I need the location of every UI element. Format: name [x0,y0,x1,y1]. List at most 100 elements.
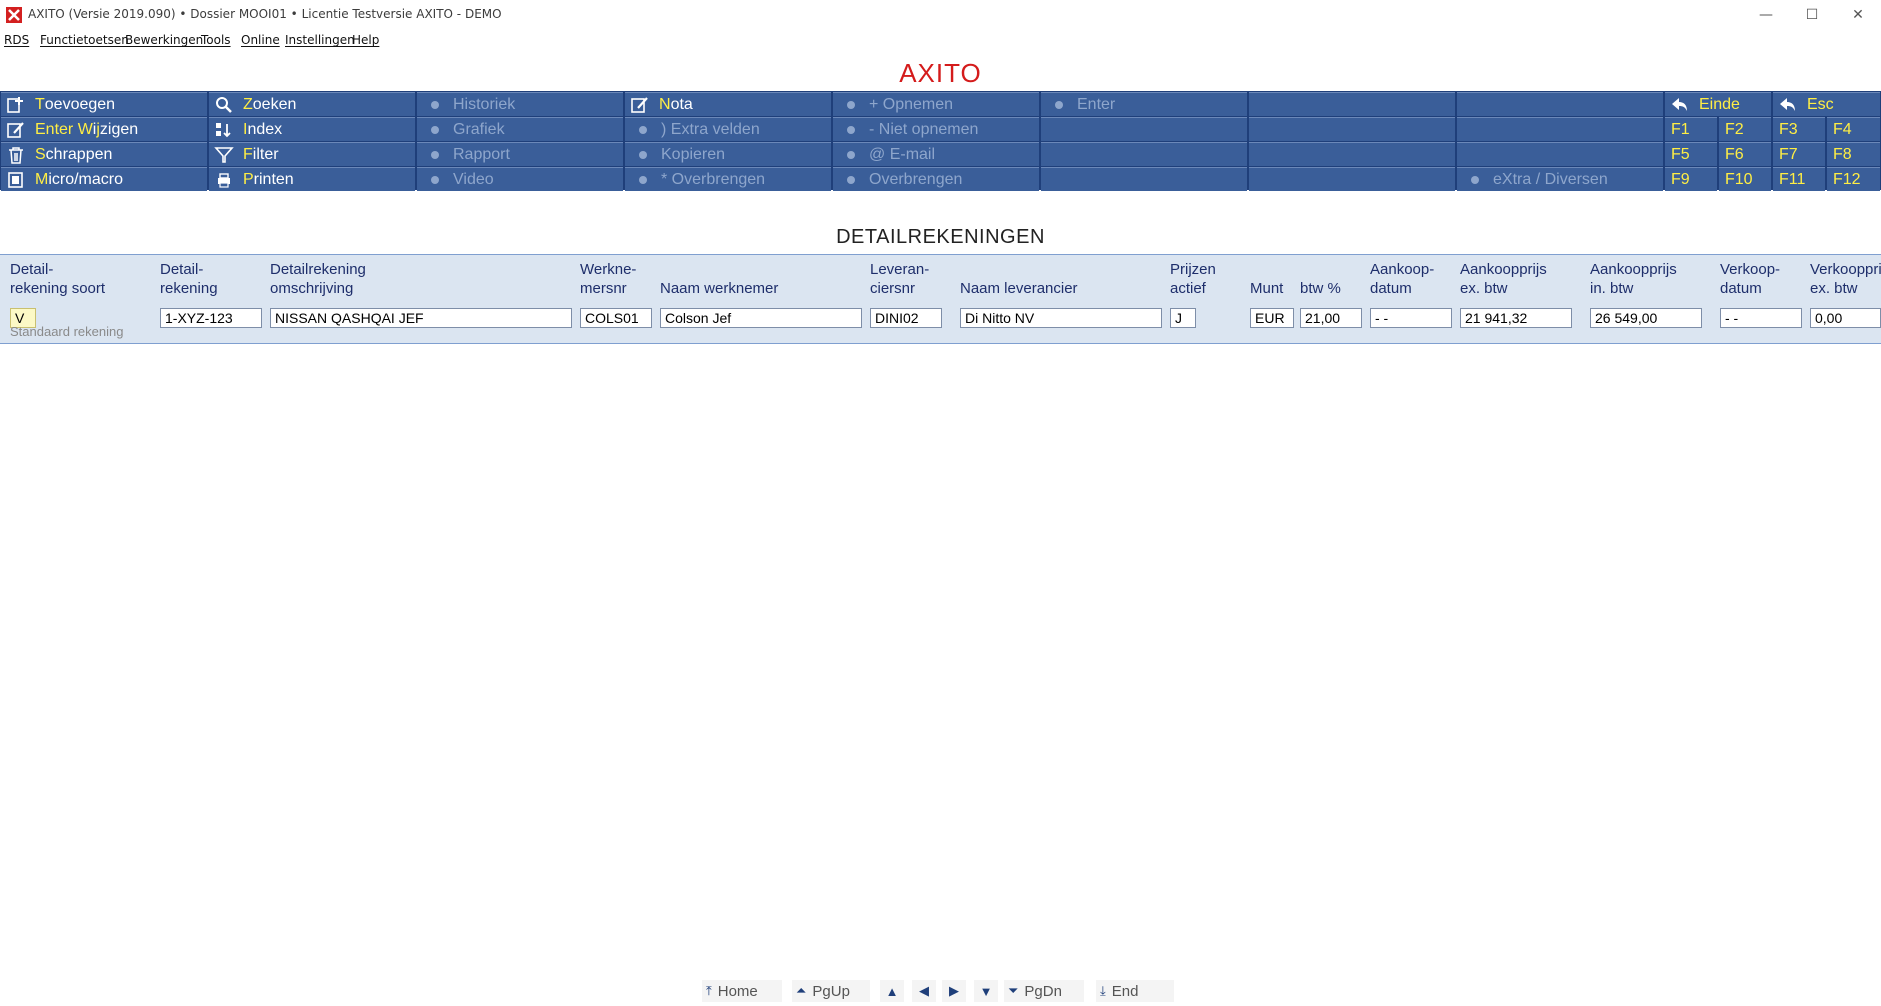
aankoopprijs-in-field[interactable]: 26 549,00 [1590,308,1702,328]
note-icon [629,96,651,114]
toolbar-empty-cell [1249,167,1455,191]
previous-record-button[interactable]: ▲ [880,980,904,1002]
maximize-button[interactable]: ☐ [1789,0,1835,30]
minimize-icon: — [1759,7,1773,23]
rekening-soort-description: Standaard rekening [10,324,124,339]
f3-key[interactable]: F3 [1773,117,1825,141]
window-title: AXITO (Versie 2019.090) • Dossier MOOI01… [28,7,502,21]
zoeken-button[interactable]: Zoeken [209,92,415,116]
f1-key[interactable]: F1 [1665,117,1717,141]
minimize-button[interactable]: — [1743,0,1789,30]
omschrijving-field[interactable]: NISSAN QASHQAI JEF [270,308,572,328]
historiek-button[interactable]: Historiek [417,92,623,116]
filter-icon [213,146,235,164]
bullet-icon [431,125,439,134]
f2-key[interactable]: F2 [1719,117,1771,141]
next-field-button[interactable]: ▶ [942,980,966,1002]
end-button[interactable]: ⤓ End [1096,980,1174,1002]
f7-key[interactable]: F7 [1773,142,1825,166]
schrappen-button[interactable]: Schrappen [1,142,207,166]
pgdn-button[interactable]: ⏷ PgDn [1004,980,1084,1002]
f11-key[interactable]: F11 [1773,167,1825,191]
extra-velden-button[interactable]: ) Extra velden [625,117,831,141]
overbrengen-star-button[interactable]: * Overbrengen [625,167,831,191]
last-record-icon: ⤓ [1100,983,1106,998]
video-button[interactable]: Video [417,167,623,191]
toevoegen-button[interactable]: Toevoegen [1,92,207,116]
micro-macro-button[interactable]: Micro/macro [1,167,207,191]
return-arrow-icon [1669,96,1691,114]
edit-icon [5,121,27,139]
f5-key[interactable]: F5 [1665,142,1717,166]
menu-bewerkingen[interactable]: Bewerkingen [125,33,203,47]
f12-key[interactable]: F12 [1827,167,1880,191]
prijzen-actief-field[interactable]: J [1170,308,1196,328]
naam-leverancier-field[interactable]: Di Nitto NV [960,308,1162,328]
close-button[interactable]: ✕ [1835,0,1881,30]
kopieren-button[interactable]: Kopieren [625,142,831,166]
filter-button[interactable]: Filter [209,142,415,166]
overbrengen-button[interactable]: Overbrengen [833,167,1039,191]
toolbar: Toevoegen Enter Wi j zigen Schrappen Micro… [0,91,1881,191]
bullet-icon [1471,175,1479,184]
app-title: AXITO [899,58,982,88]
add-icon [5,96,27,114]
index-button[interactable]: Index [209,117,415,141]
toolbar-empty-cell [1457,142,1663,166]
menu-online[interactable]: Online [241,33,280,47]
toolbar-empty-cell [1041,167,1247,191]
arrow-right-icon: ▶ [949,983,959,998]
aankoopprijs-ex-field[interactable]: 21 941,32 [1460,308,1572,328]
bullet-icon [1055,100,1063,109]
verkoopprijs-ex-field[interactable]: 0,00 [1810,308,1881,328]
email-button[interactable]: @ E-mail [833,142,1039,166]
next-record-button[interactable]: ▼ [974,980,998,1002]
menu-bar: RDS Functietoetsen Bewerkingen Tools Onl… [0,30,1881,50]
f8-key[interactable]: F8 [1827,142,1880,166]
menu-help[interactable]: Help [352,33,379,47]
toolbar-empty-cell [1041,142,1247,166]
search-icon [213,96,235,114]
werknemersnr-field[interactable]: COLS01 [580,308,652,328]
maximize-icon: ☐ [1805,7,1819,23]
opnemen-button[interactable]: + Opnemen [833,92,1039,116]
einde-button[interactable]: Einde [1665,92,1771,116]
wijzigen-button[interactable]: Enter Wi j zigen [1,117,207,141]
printen-button[interactable]: Printen [209,167,415,191]
f10-key[interactable]: F10 [1719,167,1771,191]
btw-field[interactable]: 21,00 [1300,308,1362,328]
f4-key[interactable]: F4 [1827,117,1880,141]
window-titlebar: AXITO (Versie 2019.090) • Dossier MOOI01… [0,0,1881,30]
record-navigation: ⤒ Home ⏶ PgUp ▲ ◀ ▶ ▼ ⏷ PgDn ⤓ End [0,980,1881,1004]
aankoop-datum-field[interactable]: - - [1370,308,1452,328]
esc-button[interactable]: Esc [1773,92,1880,116]
arrow-up-icon: ▲ [885,983,899,999]
leveranciersnr-field[interactable]: DINI02 [870,308,942,328]
menu-tools[interactable]: Tools [201,33,231,47]
toolbar-empty-cell [1249,117,1455,141]
enter-button[interactable]: Enter [1041,92,1247,116]
extra-diversen-button[interactable]: eXtra / Diversen [1457,167,1663,191]
f6-key[interactable]: F6 [1719,142,1771,166]
munt-field[interactable]: EUR [1250,308,1294,328]
macro-icon [5,171,27,189]
pgup-button[interactable]: ⏶ PgUp [792,980,870,1002]
home-button[interactable]: ⤒ Home [702,980,782,1002]
grafiek-button[interactable]: Grafiek [417,117,623,141]
niet-opnemen-button[interactable]: - Niet opnemen [833,117,1039,141]
naam-werknemer-field[interactable]: Colson Jef [660,308,862,328]
toolbar-empty-cell [1041,117,1247,141]
menu-functietoetsen[interactable]: Functietoetsen [40,33,129,47]
menu-rds[interactable]: RDS [4,33,29,47]
bullet-icon [847,175,855,184]
close-icon: ✕ [1852,7,1864,23]
menu-instellingen[interactable]: Instellingen [285,33,355,47]
nota-button[interactable]: Nota [625,92,831,116]
rekening-field[interactable]: 1-XYZ-123 [160,308,262,328]
bullet-icon [431,150,439,159]
f9-key[interactable]: F9 [1665,167,1717,191]
rapport-button[interactable]: Rapport [417,142,623,166]
previous-field-button[interactable]: ◀ [912,980,936,1002]
verkoop-datum-field[interactable]: - - [1720,308,1802,328]
bullet-icon [431,175,439,184]
